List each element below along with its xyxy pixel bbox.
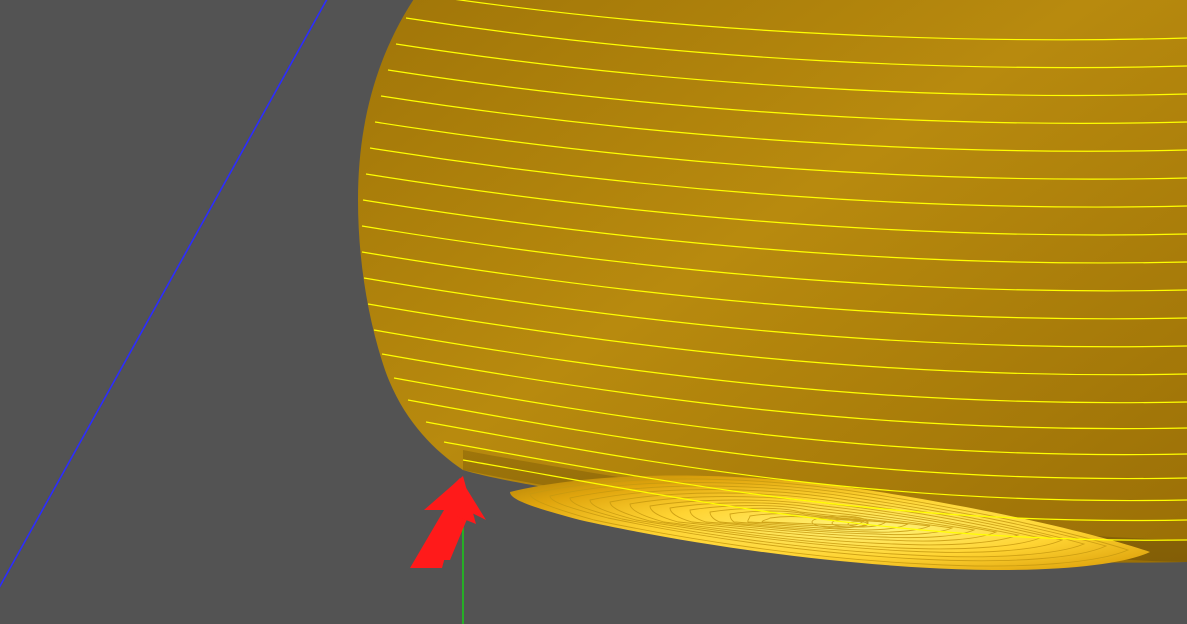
annotation-arrow bbox=[410, 476, 486, 568]
mesh-object[interactable] bbox=[358, 0, 1187, 570]
3d-viewport[interactable] bbox=[0, 0, 1187, 624]
z-axis bbox=[0, 0, 360, 624]
scene-canvas[interactable] bbox=[0, 0, 1187, 624]
